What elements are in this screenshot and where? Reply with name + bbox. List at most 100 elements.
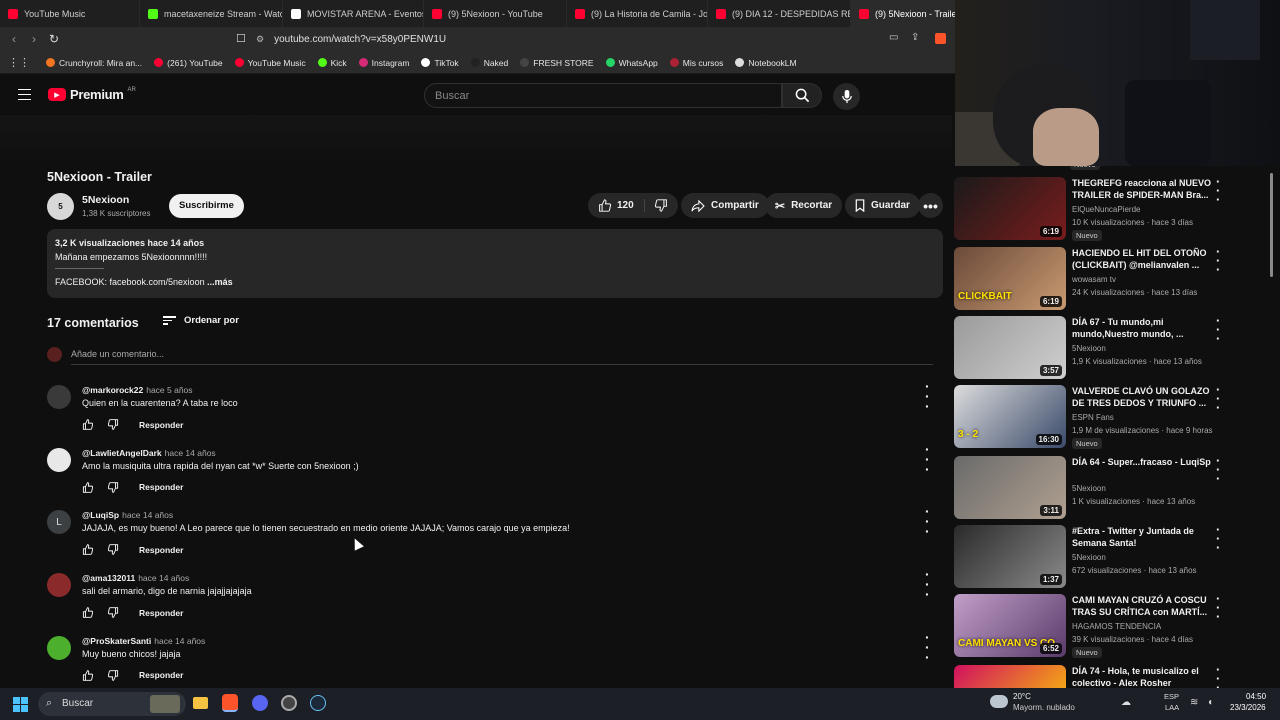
video-thumbnail[interactable]: 3 - 2 16:30 — [954, 385, 1066, 448]
wifi-icon[interactable]: ≋ — [1190, 697, 1198, 708]
comment-time[interactable]: hace 14 años — [138, 573, 189, 583]
youtube-premium-logo[interactable]: ▶ Premium AR — [48, 87, 136, 102]
cast-icon[interactable]: ▭ — [889, 32, 898, 43]
video-thumbnail[interactable]: MÚSICA — [954, 665, 1066, 688]
subscribe-button[interactable]: Suscribirme — [169, 194, 244, 218]
comment-menu-icon[interactable]: · · · — [925, 504, 930, 538]
bookmark-item[interactable]: Instagram — [358, 58, 409, 68]
related-video-title[interactable]: #Extra - Twitter y Juntada de Semana San… — [1072, 525, 1212, 549]
bookmark-item[interactable]: Kick — [317, 58, 347, 68]
comment-time[interactable]: hace 14 años — [165, 448, 216, 458]
browser-tab[interactable]: macetaxeneize Stream - Watch — [140, 0, 283, 27]
comment-avatar[interactable]: L — [47, 510, 71, 535]
comment-time[interactable]: hace 14 años — [154, 636, 205, 646]
browser-tab[interactable]: MOVISTAR ARENA - Eventos — [283, 0, 424, 27]
browser-tab[interactable]: (9) La Historia de Camila - Joa — [567, 0, 708, 27]
video-thumbnail[interactable]: 3:57 — [954, 316, 1066, 379]
related-video-channel[interactable]: ElQueNuncaPierde — [1072, 205, 1140, 214]
forward-icon[interactable]: › — [24, 32, 44, 46]
comment-menu-icon[interactable]: · · · — [925, 379, 930, 413]
video-menu-icon[interactable]: · · · — [1216, 523, 1220, 554]
comment-like-icon[interactable] — [82, 544, 93, 556]
brave-browser-icon[interactable] — [222, 694, 238, 712]
comment-dislike-icon[interactable] — [108, 607, 119, 618]
cloud-tray-icon[interactable]: ☁ — [1121, 697, 1131, 708]
video-thumbnail[interactable]: 1:37 — [954, 525, 1066, 588]
comment-like-icon[interactable] — [82, 419, 93, 430]
video-menu-icon[interactable]: · · · — [1216, 383, 1220, 414]
reply-button[interactable]: Responder — [139, 670, 183, 680]
bookmark-item[interactable]: Mis cursos — [669, 58, 723, 68]
share-button[interactable]: Compartir — [681, 193, 769, 218]
reload-icon[interactable]: ↻ — [44, 32, 64, 46]
video-thumbnail[interactable]: CLICKBAIT 6:19 — [954, 247, 1066, 310]
browser-tab[interactable]: (9) 5Nexioon - YouTube — [424, 0, 567, 27]
comment-dislike-icon[interactable] — [108, 481, 119, 493]
back-icon[interactable]: ‹ — [4, 32, 24, 46]
comment-like-icon[interactable] — [82, 670, 93, 681]
bookmark-item[interactable]: YouTube Music — [234, 58, 306, 68]
comment-avatar[interactable] — [47, 447, 71, 472]
bookmark-item[interactable]: Crunchyroll: Mira an... — [46, 58, 142, 68]
video-menu-icon[interactable]: · · · — [1216, 454, 1220, 485]
apps-grid-icon[interactable]: ⋮⋮ — [8, 56, 30, 69]
comment-time[interactable]: hace 14 años — [122, 510, 173, 520]
comment-author[interactable]: @LuqiSp — [82, 510, 119, 520]
video-menu-icon[interactable]: · · · — [1216, 175, 1220, 206]
bookmark-item[interactable]: (261) YouTube — [154, 58, 223, 68]
bookmark-item[interactable]: FRESH STORE — [520, 58, 594, 68]
related-video-channel[interactable]: HAGAMOS TENDENCIA — [1072, 622, 1161, 631]
browser-tab[interactable]: (9) DIA 12 - DESPEDIDAS REC — [708, 0, 851, 27]
related-video-channel[interactable]: ESPN Fans — [1072, 413, 1114, 422]
comment-menu-icon[interactable]: · · · — [925, 567, 930, 601]
description-box[interactable]: 3,2 K visualizaciones hace 14 años Mañan… — [47, 229, 943, 298]
more-actions-button[interactable]: ••• — [918, 193, 943, 218]
related-video-channel[interactable]: wowasam tv — [1072, 275, 1116, 284]
bookmark-item[interactable]: TikTok — [421, 58, 459, 68]
windows-start-icon[interactable] — [13, 697, 28, 712]
video-menu-icon[interactable]: · · · — [1216, 663, 1220, 688]
comment-menu-icon[interactable]: · · · — [925, 630, 930, 664]
share-page-icon[interactable]: ⇪ — [911, 32, 919, 43]
site-info-icon[interactable]: ⚙ — [256, 34, 264, 45]
steam-icon[interactable] — [310, 695, 326, 711]
related-video-title[interactable]: DÍA 67 - Tu mundo,mi mundo,Nuestro mundo… — [1072, 316, 1212, 340]
comment-like-icon[interactable] — [82, 607, 93, 618]
related-video-item[interactable]: 1:37 #Extra - Twitter y Juntada de Semana… — [954, 523, 1274, 590]
voice-search-button[interactable] — [833, 83, 860, 110]
related-video-title[interactable]: VALVERDE CLAVÓ UN GOLAZO DE TRES DEDOS Y… — [1072, 385, 1212, 409]
comment-menu-icon[interactable]: · · · — [925, 442, 930, 476]
related-video-item[interactable]: MÚSICA DÍA 74 - Hola, te musicalizo el co… — [954, 663, 1274, 688]
clock-date[interactable]: 23/3/2026 — [1230, 703, 1266, 712]
menu-hamburger-icon[interactable] — [18, 89, 31, 100]
comment-author[interactable]: @ProSkaterSanti — [82, 636, 151, 646]
save-button[interactable]: Guardar — [845, 193, 920, 218]
clip-button[interactable]: ✂ Recortar — [765, 193, 843, 218]
channel-name[interactable]: 5Nexioon — [82, 194, 129, 206]
comment-author[interactable]: @LawlietAngelDark — [82, 448, 162, 458]
comment-author[interactable]: @markorock22 — [82, 385, 143, 395]
related-video-title[interactable]: CAMI MAYAN CRUZÓ A COSCU TRAS SU CRÍTICA… — [1072, 594, 1212, 618]
sidebar-scrollbar[interactable] — [1270, 173, 1273, 277]
browser-tab[interactable]: YouTube Music — [0, 0, 140, 27]
comment-time[interactable]: hace 5 años — [146, 385, 192, 395]
comment-avatar[interactable] — [47, 385, 71, 409]
taskbar-search-box[interactable]: ⌕ Buscar — [38, 692, 186, 716]
related-video-item[interactable]: CLICKBAIT 6:19 HACIENDO EL HIT DEL OTOÑO (… — [954, 245, 1274, 312]
file-explorer-icon[interactable] — [193, 697, 208, 709]
related-video-title[interactable]: HACIENDO EL HIT DEL OTOÑO (CLICKBAIT) @m… — [1072, 247, 1212, 271]
related-video-channel[interactable]: 5Nexioon — [1072, 553, 1106, 562]
related-video-item[interactable]: 3:11 DÍA 64 - Super...fracaso - LuqiSp 5Ne… — [954, 454, 1274, 521]
obs-icon[interactable] — [281, 695, 297, 711]
search-button[interactable] — [782, 83, 822, 108]
related-video-channel[interactable]: 5Nexioon — [1072, 344, 1106, 353]
discord-icon[interactable] — [252, 695, 268, 711]
video-menu-icon[interactable]: · · · — [1216, 314, 1220, 345]
bookmark-item[interactable]: Naked — [470, 58, 508, 68]
show-more-link[interactable]: ...más — [207, 277, 233, 287]
related-video-title[interactable]: DÍA 74 - Hola, te musicalizo el colectiv… — [1072, 665, 1212, 688]
bookmark-item[interactable]: NotebookLM — [735, 58, 797, 68]
dislike-button[interactable] — [645, 199, 678, 212]
search-input[interactable]: Buscar — [424, 83, 782, 108]
video-thumbnail[interactable]: 6:19 — [954, 177, 1066, 240]
